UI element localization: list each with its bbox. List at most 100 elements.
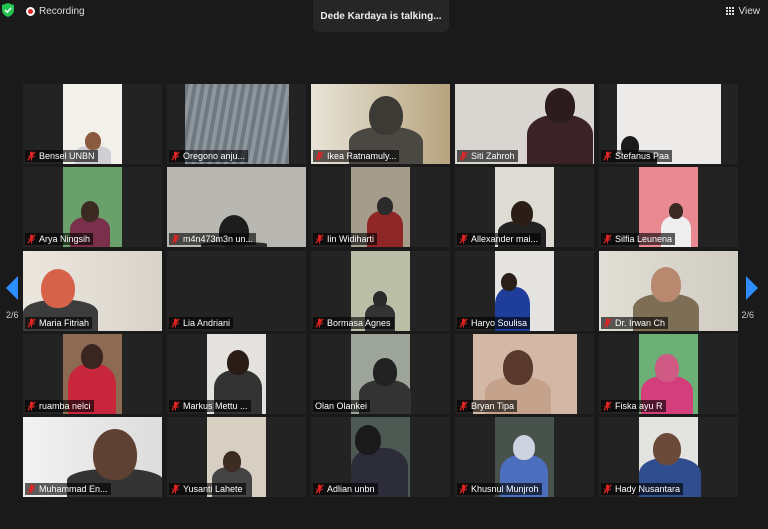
participant-name: Markus Mettu ... <box>183 401 248 411</box>
next-page-arrow-icon[interactable] <box>746 276 758 300</box>
participant-name-label: Adlian unbn <box>313 483 378 495</box>
participant-tile[interactable]: Haryo Soulisa <box>455 251 594 331</box>
participant-name-label: m4n473m3n un... <box>169 233 257 245</box>
muted-mic-icon <box>603 401 612 411</box>
participant-name-label: Bryan Tipa <box>457 400 518 412</box>
participant-tile[interactable]: Arya Ningsih <box>23 167 162 247</box>
participant-tile[interactable]: Lia Andriani <box>167 251 306 331</box>
participant-tile[interactable]: Fiska ayu R <box>599 334 738 414</box>
muted-mic-icon <box>603 318 612 328</box>
view-button[interactable]: View <box>726 3 761 19</box>
muted-mic-icon <box>459 318 468 328</box>
participant-head <box>93 429 137 480</box>
muted-mic-icon <box>27 484 36 494</box>
participant-head <box>355 425 381 455</box>
participant-name-label: Iin Widiharti <box>313 233 378 245</box>
participant-tile[interactable]: ruamba nelci <box>23 334 162 414</box>
participant-name: Olan Olankei <box>315 401 368 411</box>
participant-name-label: Bensel UNBN <box>25 150 98 162</box>
participant-name: ruamba nelci <box>39 401 91 411</box>
participant-name-label: Dr. Irwan Ch <box>601 317 669 329</box>
participant-name: Silfia Leunena <box>615 234 673 244</box>
participant-tile[interactable]: Ikea Ratnamuly... <box>311 84 450 164</box>
muted-mic-icon <box>603 151 612 161</box>
participant-tile[interactable]: Maria Fitriah <box>23 251 162 331</box>
participant-tile[interactable]: Bryan Tipa <box>455 334 594 414</box>
grid-view-icon <box>726 7 735 16</box>
participant-head <box>501 273 517 292</box>
recording-indicator[interactable]: Recording <box>26 4 85 18</box>
participant-tile[interactable]: Stefanus Paa <box>599 84 738 164</box>
participant-tile[interactable]: Dr. Irwan Ch <box>599 251 738 331</box>
participant-head <box>651 267 681 302</box>
participant-head <box>223 451 241 472</box>
muted-mic-icon <box>315 234 324 244</box>
shield-icon[interactable] <box>2 3 14 17</box>
participant-name-label: Haryo Soulisa <box>457 317 531 329</box>
participant-name-label: Allexander mai... <box>457 233 542 245</box>
participant-head <box>503 350 533 385</box>
participant-name: Arya Ningsih <box>39 234 91 244</box>
participant-name-label: Fiska ayu R <box>601 400 666 412</box>
participant-tile[interactable]: Yusanti Lahete <box>167 417 306 497</box>
participant-tile[interactable]: Muhammad En... <box>23 417 162 497</box>
previous-page-arrow-icon[interactable] <box>6 276 18 300</box>
muted-mic-icon <box>27 318 36 328</box>
participant-tile[interactable]: Iin Widiharti <box>311 167 450 247</box>
muted-mic-icon <box>171 234 180 244</box>
participant-name: Bensel UNBN <box>39 151 95 161</box>
muted-mic-icon <box>459 151 468 161</box>
participant-tile[interactable]: Hady Nusantara <box>599 417 738 497</box>
participant-head <box>669 203 683 220</box>
participant-head <box>85 132 101 151</box>
participant-name-label: Silfia Leunena <box>601 233 676 245</box>
participant-name: Allexander mai... <box>471 234 539 244</box>
participant-name: Khusnul Munjroh <box>471 484 539 494</box>
participant-name: Haryo Soulisa <box>471 318 528 328</box>
participant-head <box>227 350 249 376</box>
page-indicator-left: 2/6 <box>6 310 19 320</box>
muted-mic-icon <box>171 401 180 411</box>
participant-name: Ikea Ratnamuly... <box>327 151 397 161</box>
participant-name-label: Hady Nusantara <box>601 483 684 495</box>
participant-tile[interactable]: Markus Mettu ... <box>167 334 306 414</box>
participant-tile[interactable]: Adlian unbn <box>311 417 450 497</box>
muted-mic-icon <box>603 234 612 244</box>
record-icon <box>26 6 35 16</box>
participant-tile[interactable]: m4n473m3n un... <box>167 167 306 247</box>
muted-mic-icon <box>171 484 180 494</box>
participant-head <box>81 344 103 370</box>
participant-head <box>373 358 397 386</box>
view-label: View <box>738 5 761 17</box>
participant-tile[interactable]: Khusnul Munjroh <box>455 417 594 497</box>
participant-name: Muhammad En... <box>39 484 108 494</box>
muted-mic-icon <box>315 484 324 494</box>
participant-tile[interactable]: Olan Olankei <box>311 334 450 414</box>
participant-head <box>511 201 533 227</box>
muted-mic-icon <box>27 401 36 411</box>
participant-tile[interactable]: Allexander mai... <box>455 167 594 247</box>
participant-name-label: Maria Fitriah <box>25 317 93 329</box>
participant-name-label: Siti Zahroh <box>457 150 518 162</box>
participant-name: Adlian unbn <box>327 484 375 494</box>
participant-name: Yusanti Lahete <box>183 484 243 494</box>
muted-mic-icon <box>171 318 180 328</box>
muted-mic-icon <box>171 151 180 161</box>
participant-name-label: Oregono anju... <box>169 150 249 162</box>
participant-name-label: Bormasa Agnes <box>313 317 394 329</box>
participant-name: Hady Nusantara <box>615 484 681 494</box>
participant-head <box>41 269 75 309</box>
participant-tile[interactable]: Oregono anju... <box>167 84 306 164</box>
participant-name: Oregono anju... <box>183 151 246 161</box>
participant-head <box>545 88 575 123</box>
participant-tile[interactable]: Siti Zahroh <box>455 84 594 164</box>
page-indicator-right: 2/6 <box>741 310 754 320</box>
participant-tile[interactable]: Silfia Leunena <box>599 167 738 247</box>
recording-label: Recording <box>39 5 85 17</box>
participant-tile[interactable]: Bensel UNBN <box>23 84 162 164</box>
participant-name-label: Arya Ningsih <box>25 233 94 245</box>
participant-head <box>655 354 679 382</box>
participant-tile[interactable]: Bormasa Agnes <box>311 251 450 331</box>
participant-name: Dr. Irwan Ch <box>615 318 666 328</box>
muted-mic-icon <box>459 484 468 494</box>
